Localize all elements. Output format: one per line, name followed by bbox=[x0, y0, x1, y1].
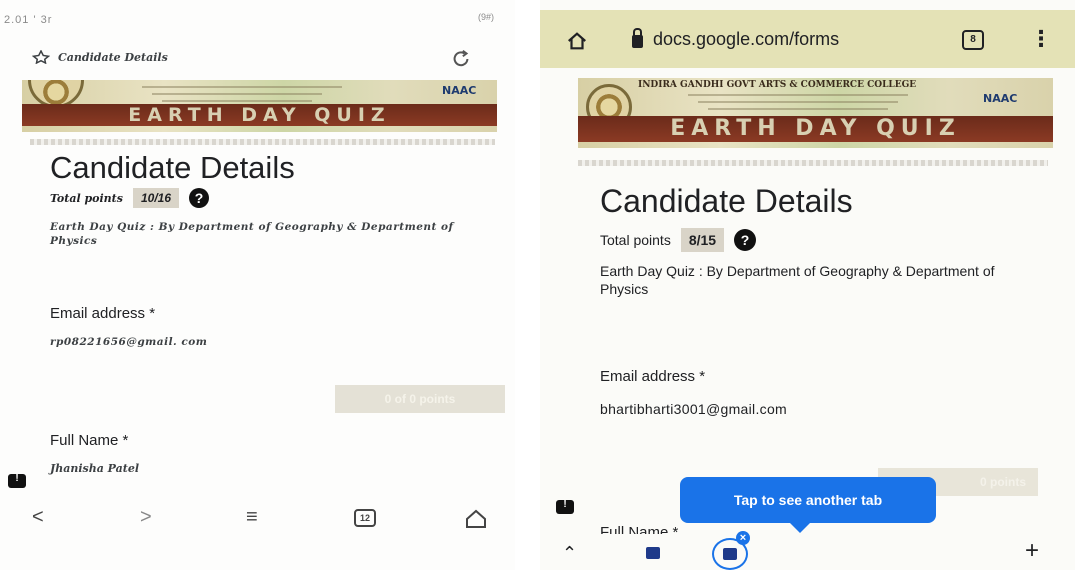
full-name-value: Jhanisha Patel bbox=[50, 462, 140, 475]
form-heading: Candidate Details bbox=[50, 150, 295, 185]
email-label: Email address * bbox=[50, 305, 156, 322]
page-title: Candidate Details bbox=[58, 50, 168, 64]
tab-thumbnail-inner bbox=[723, 548, 737, 560]
email-value: bhartibharti3001@gmail.com bbox=[600, 401, 787, 417]
home-icon[interactable] bbox=[464, 508, 488, 530]
url-text: docs.google.com/forms bbox=[653, 29, 840, 49]
banner-text-line bbox=[698, 101, 898, 103]
banner-text-line bbox=[152, 93, 322, 95]
help-icon[interactable]: ? bbox=[189, 188, 209, 208]
banner-text-line bbox=[142, 86, 342, 88]
tab-switcher-icon[interactable]: 8 bbox=[962, 30, 984, 50]
new-tab-icon[interactable]: + bbox=[1025, 537, 1039, 565]
browser-toolbar: docs.google.com/forms 8 ⋮ bbox=[540, 10, 1075, 68]
back-icon[interactable]: < bbox=[32, 506, 44, 529]
reload-icon[interactable] bbox=[450, 48, 472, 70]
tab-switcher-icon[interactable]: 12 bbox=[354, 509, 376, 527]
banner-title: EARTH DAY QUIZ bbox=[578, 116, 1053, 142]
left-phone-screen: 2.01 ' 3r (9#) Candidate Details NAAC EA… bbox=[0, 0, 515, 570]
email-label: Email address * bbox=[600, 368, 706, 385]
naac-logo: NAAC bbox=[442, 84, 477, 97]
form-description: Earth Day Quiz : By Department of Geogra… bbox=[50, 221, 454, 247]
total-points-label: Total points bbox=[600, 232, 671, 248]
banner-text-line bbox=[162, 100, 312, 102]
more-menu-icon[interactable]: ⋮ bbox=[1030, 26, 1052, 52]
star-icon[interactable] bbox=[32, 50, 50, 64]
menu-icon[interactable]: ≡ bbox=[246, 506, 258, 529]
feedback-icon[interactable] bbox=[8, 473, 26, 488]
form-description: Earth Day Quiz : By Department of Geogra… bbox=[600, 263, 995, 297]
tab-tooltip[interactable]: Tap to see another tab bbox=[680, 477, 936, 533]
total-points-row: Total points 8/15 ? bbox=[600, 228, 757, 252]
question-score-badge: 0 of 0 points bbox=[335, 385, 505, 413]
quiz-banner: NAAC EARTH DAY QUIZ bbox=[22, 80, 497, 132]
address-bar[interactable]: docs.google.com/forms bbox=[632, 28, 840, 50]
help-icon[interactable]: ? bbox=[734, 229, 757, 251]
total-points-badge: 8/15 bbox=[680, 228, 725, 252]
banner-text-line bbox=[688, 94, 908, 96]
forward-icon[interactable]: > bbox=[140, 506, 152, 529]
email-value: rp08221656@gmail. com bbox=[50, 336, 208, 348]
college-name: INDIRA GANDHI GOVT ARTS & COMMERCE COLLE… bbox=[638, 80, 917, 90]
banner-divider bbox=[578, 160, 1048, 166]
total-points-label: Total points bbox=[50, 191, 123, 205]
banner-text-line bbox=[708, 108, 888, 110]
chevron-up-icon[interactable]: ⌃ bbox=[562, 543, 577, 564]
home-icon[interactable] bbox=[566, 30, 588, 52]
status-battery: (9#) bbox=[478, 12, 495, 22]
screenshot-gap bbox=[515, 0, 540, 570]
feedback-icon[interactable] bbox=[556, 499, 574, 514]
right-phone-screen: docs.google.com/forms 8 ⋮ INDIRA GANDHI … bbox=[540, 0, 1075, 570]
tab-thumbnail[interactable] bbox=[646, 547, 660, 559]
form-heading: Candidate Details bbox=[600, 183, 853, 219]
app-title-bar: Candidate Details bbox=[32, 50, 168, 64]
tab-strip-bar: ⌃ × + bbox=[540, 531, 1075, 570]
close-tab-icon[interactable]: × bbox=[736, 531, 750, 545]
total-points-badge: 10/16 bbox=[132, 188, 179, 208]
quiz-banner: INDIRA GANDHI GOVT ARTS & COMMERCE COLLE… bbox=[578, 78, 1053, 148]
status-time: 2.01 ' 3r bbox=[4, 14, 53, 26]
total-points-row: Total points 10/16 ? bbox=[50, 188, 209, 208]
full-name-label: Full Name * bbox=[50, 432, 129, 449]
lock-icon bbox=[632, 28, 643, 48]
browser-nav-bar: < > ≡ 12 bbox=[0, 500, 515, 540]
naac-logo: NAAC bbox=[983, 92, 1018, 105]
full-name-label: Full Name * bbox=[600, 524, 679, 534]
banner-title: EARTH DAY QUIZ bbox=[22, 104, 497, 126]
banner-divider bbox=[30, 139, 495, 145]
